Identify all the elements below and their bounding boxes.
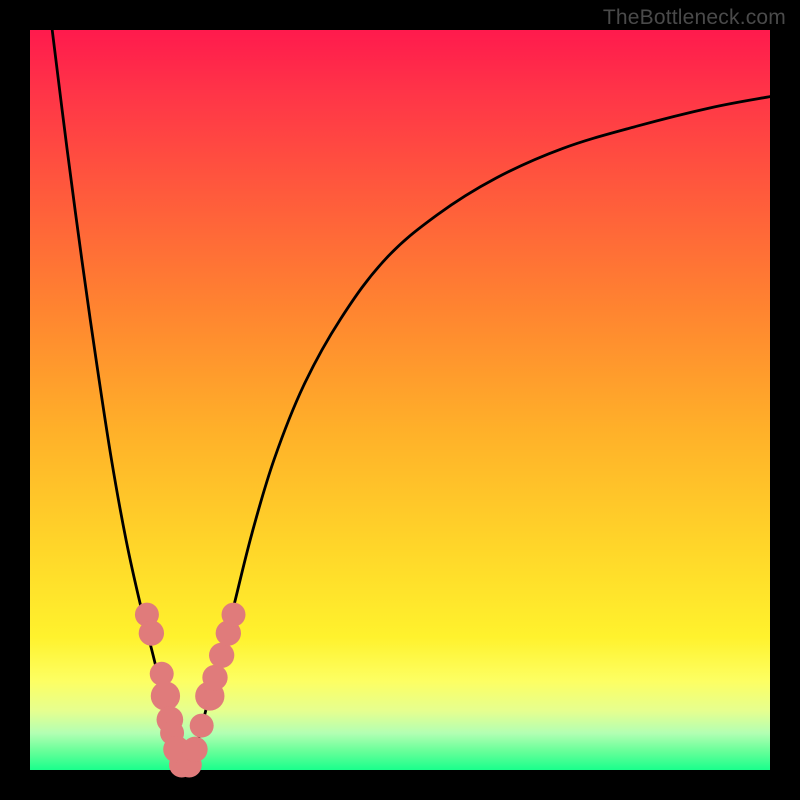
chart-frame: TheBottleneck.com — [0, 0, 800, 800]
plot-area — [30, 30, 770, 770]
scatter-dots — [135, 603, 246, 778]
curve-right-branch — [187, 97, 770, 770]
watermark-text: TheBottleneck.com — [603, 6, 786, 30]
chart-svg — [30, 30, 770, 770]
scatter-dot — [209, 643, 234, 668]
scatter-dot — [222, 603, 246, 627]
scatter-dot — [151, 681, 180, 710]
scatter-dot — [139, 620, 164, 645]
scatter-dot — [190, 714, 214, 738]
curve-left-branch — [52, 30, 184, 770]
scatter-dot — [202, 665, 227, 690]
scatter-dot — [182, 737, 207, 762]
